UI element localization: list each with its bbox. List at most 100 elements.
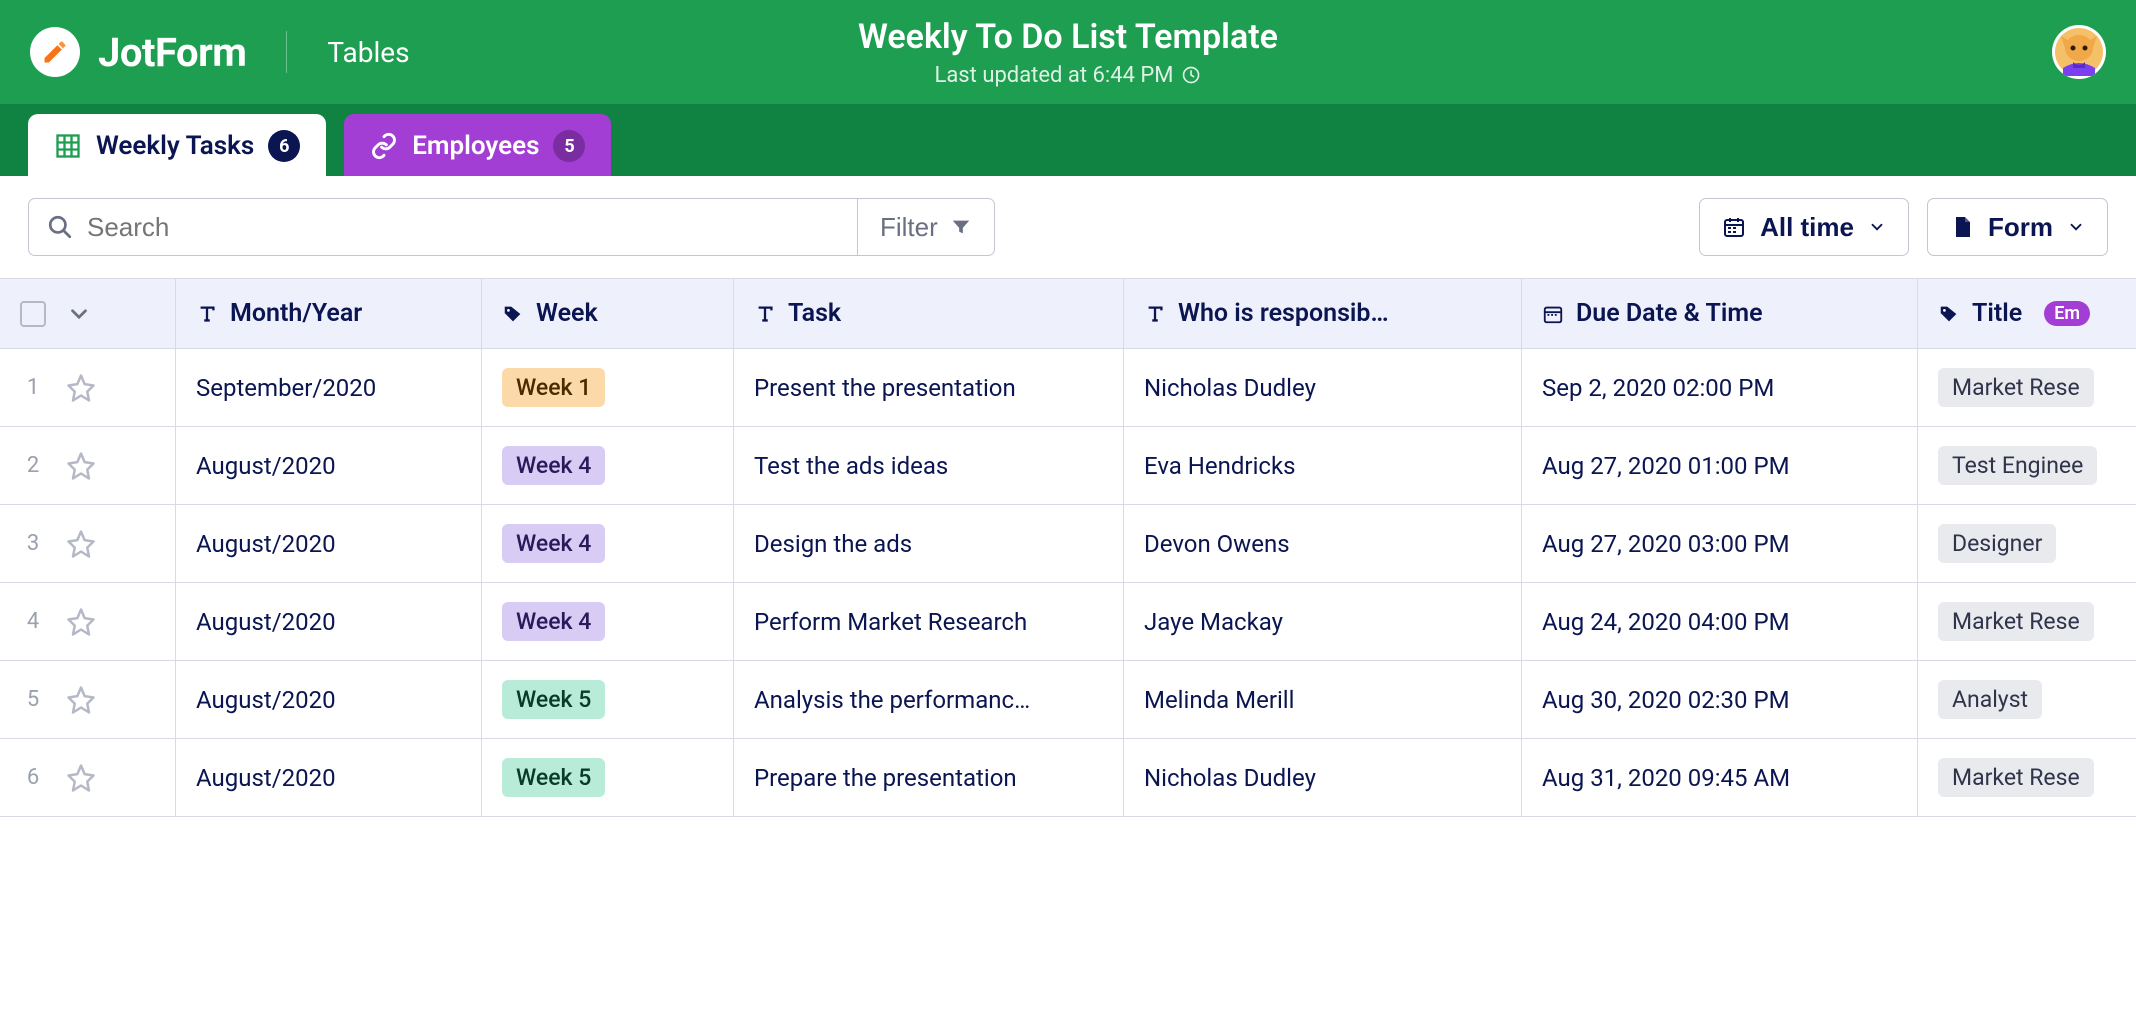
tab-label: Weekly Tasks <box>96 131 254 161</box>
select-all-checkbox[interactable] <box>20 301 46 327</box>
grid-icon <box>54 132 82 160</box>
cell-week[interactable]: Week 5 <box>482 739 734 816</box>
chevron-down-icon <box>1868 218 1886 236</box>
table-row[interactable]: 5August/2020 Week 5 Analysis the performan… <box>0 661 2136 739</box>
search-box[interactable] <box>28 198 858 256</box>
tab-employees[interactable]: Employees 5 <box>344 114 611 176</box>
cell-due-date[interactable]: Aug 27, 2020 03:00 PM <box>1522 505 1918 582</box>
select-all-cell <box>0 279 176 348</box>
cell-responsible[interactable]: Nicholas Dudley <box>1124 739 1522 816</box>
row-number: 3 <box>20 531 46 556</box>
star-icon[interactable] <box>66 529 96 559</box>
search-input[interactable] <box>87 212 839 243</box>
cell-responsible[interactable]: Eva Hendricks <box>1124 427 1522 504</box>
row-number: 1 <box>20 375 46 400</box>
logo-area: JotForm Tables <box>30 27 410 77</box>
star-icon[interactable] <box>66 373 96 403</box>
row-selector: 3 <box>0 505 176 582</box>
cell-month-year[interactable]: September/2020 <box>176 349 482 426</box>
document-icon <box>1950 215 1974 239</box>
column-title[interactable]: Title Em <box>1918 279 2136 348</box>
column-week[interactable]: Week <box>482 279 734 348</box>
logo-icon[interactable] <box>30 27 80 77</box>
week-tag: Week 4 <box>502 602 605 641</box>
column-task[interactable]: Task <box>734 279 1124 348</box>
cell-task[interactable]: Present the presentation <box>734 349 1124 426</box>
table-row[interactable]: 6August/2020Week 5Prepare the presentati… <box>0 739 2136 817</box>
cell-week[interactable]: Week 5 <box>482 661 734 738</box>
cell-task[interactable]: Test the ads ideas <box>734 427 1124 504</box>
star-icon[interactable] <box>66 763 96 793</box>
header-row: Month/Year Week Task Who is responsib… D… <box>0 279 2136 349</box>
week-tag: Week 1 <box>502 368 605 407</box>
cell-responsible[interactable]: Nicholas Dudley <box>1124 349 1522 426</box>
title-tag: Test Enginee <box>1938 446 2097 485</box>
row-selector: 6 <box>0 739 176 816</box>
last-updated-text: Last updated at 6:44 PM <box>934 63 1173 88</box>
title-tag: Designer <box>1938 524 2056 563</box>
cell-title[interactable]: Test Enginee <box>1918 427 2136 504</box>
week-tag: Week 5 <box>502 680 605 719</box>
cell-due-date[interactable]: Aug 24, 2020 04:00 PM <box>1522 583 1918 660</box>
star-icon[interactable] <box>66 607 96 637</box>
calendar-icon <box>1542 303 1564 325</box>
filter-button[interactable]: Filter <box>858 198 995 256</box>
table-row[interactable]: 3 August/2020Week 4Design the adsDevon Ow… <box>0 505 2136 583</box>
column-responsible[interactable]: Who is responsib… <box>1124 279 1522 348</box>
cell-due-date[interactable]: Aug 31, 2020 09:45 AM <box>1522 739 1918 816</box>
filter-label: Filter <box>880 212 938 243</box>
cell-due-date[interactable]: Sep 2, 2020 02:00 PM <box>1522 349 1918 426</box>
week-tag: Week 4 <box>502 446 605 485</box>
time-range-label: All time <box>1760 212 1854 243</box>
cell-responsible[interactable]: Devon Owens <box>1124 505 1522 582</box>
page-title[interactable]: Weekly To Do List Template <box>858 17 1278 57</box>
calendar-icon <box>1722 215 1746 239</box>
section-name[interactable]: Tables <box>327 36 409 69</box>
title-tag: Market Rese <box>1938 602 2094 641</box>
tag-icon <box>1938 303 1960 325</box>
cell-title[interactable]: Market Rese <box>1918 583 2136 660</box>
avatar[interactable] <box>2052 25 2106 79</box>
tab-badge: 5 <box>553 130 585 162</box>
cell-task[interactable]: Perform Market Research <box>734 583 1124 660</box>
star-icon[interactable] <box>66 685 96 715</box>
row-number: 2 <box>20 453 46 478</box>
cell-title[interactable]: Analyst <box>1918 661 2136 738</box>
table-row[interactable]: 4August/2020Week 4Perform Market Researc… <box>0 583 2136 661</box>
column-due-date[interactable]: Due Date & Time <box>1522 279 1918 348</box>
cell-week[interactable]: Week 4 <box>482 583 734 660</box>
form-dropdown[interactable]: Form <box>1927 198 2108 256</box>
cell-month-year[interactable]: August/2020 <box>176 661 482 738</box>
row-selector: 5 <box>0 661 176 738</box>
chevron-down-icon[interactable] <box>66 301 92 327</box>
cell-task[interactable]: Design the ads <box>734 505 1124 582</box>
cell-week[interactable]: Week 4 <box>482 505 734 582</box>
cell-task[interactable]: Prepare the presentation <box>734 739 1124 816</box>
text-icon <box>196 303 218 325</box>
row-selector: 2 <box>0 427 176 504</box>
cell-responsible[interactable]: Melinda Merill <box>1124 661 1522 738</box>
cell-title[interactable]: Market Rese <box>1918 349 2136 426</box>
cell-week[interactable]: Week 4 <box>482 427 734 504</box>
star-icon[interactable] <box>66 451 96 481</box>
text-icon <box>754 303 776 325</box>
form-label: Form <box>1988 212 2053 243</box>
cell-title[interactable]: Market Rese <box>1918 739 2136 816</box>
cell-month-year[interactable]: August/2020 <box>176 583 482 660</box>
cell-month-year[interactable]: August/2020 <box>176 739 482 816</box>
table-row[interactable]: 2 August/2020 Week 4 Test the ads ideasEva … <box>0 427 2136 505</box>
column-month-year[interactable]: Month/Year <box>176 279 482 348</box>
time-range-dropdown[interactable]: All time <box>1699 198 1909 256</box>
cell-month-year[interactable]: August/2020 <box>176 427 482 504</box>
last-updated: Last updated at 6:44 PM <box>858 63 1278 88</box>
search-icon <box>47 214 73 240</box>
cell-task[interactable]: Analysis the performanc… <box>734 661 1124 738</box>
cell-month-year[interactable]: August/2020 <box>176 505 482 582</box>
cell-week[interactable]: Week 1 <box>482 349 734 426</box>
cell-due-date[interactable]: Aug 27, 2020 01:00 PM <box>1522 427 1918 504</box>
table-row[interactable]: 1 September/2020 Week 1 Present the present… <box>0 349 2136 427</box>
tab-weekly-tasks[interactable]: Weekly Tasks 6 <box>28 114 326 176</box>
cell-title[interactable]: Designer <box>1918 505 2136 582</box>
cell-due-date[interactable]: Aug 30, 2020 02:30 PM <box>1522 661 1918 738</box>
cell-responsible[interactable]: Jaye Mackay <box>1124 583 1522 660</box>
